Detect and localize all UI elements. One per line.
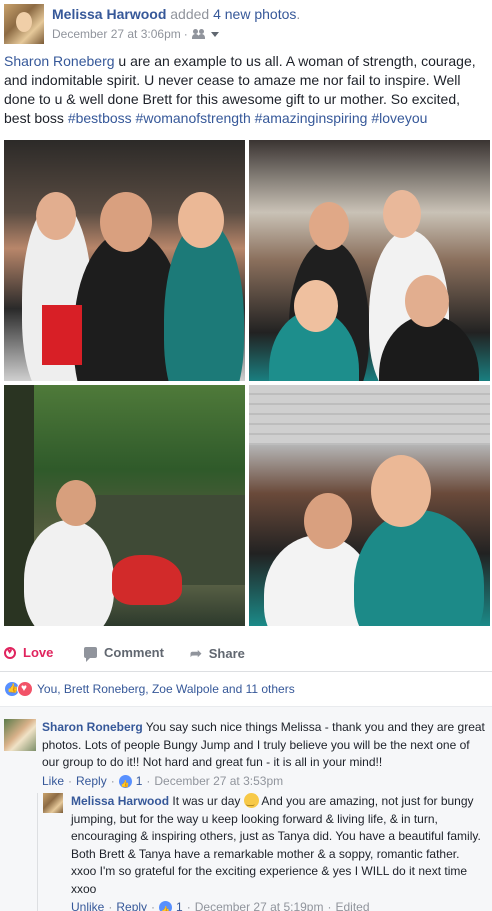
- reply-link[interactable]: Reply: [116, 899, 147, 911]
- reply-thread-line: [37, 793, 38, 911]
- comment-author[interactable]: Sharon Roneberg: [42, 720, 143, 734]
- post-action-suffix: .: [296, 6, 301, 22]
- reply-link[interactable]: Reply: [76, 773, 107, 791]
- comment-icon: [84, 647, 97, 662]
- person-face: [100, 192, 152, 252]
- commenter-avatar[interactable]: [43, 793, 63, 813]
- person-face: [36, 192, 76, 240]
- like-count[interactable]: 1: [176, 899, 183, 911]
- reactions-text[interactable]: You, Brett Roneberg, Zoe Walpole and 11 …: [37, 682, 295, 696]
- comment-meta: Unlike · Reply · 1 · December 27 at 5:19…: [71, 899, 488, 911]
- comment-text: It was ur day: [169, 794, 244, 808]
- comment-body: Sharon Roneberg You say such nice things…: [42, 719, 488, 794]
- photo-1[interactable]: [4, 140, 245, 381]
- reactions-summary[interactable]: You, Brett Roneberg, Zoe Walpole and 11 …: [4, 681, 295, 697]
- unlike-link[interactable]: Unlike: [71, 899, 104, 911]
- post-meta: December 27 at 3:06pm ·: [52, 27, 219, 41]
- hashtag-link[interactable]: #bestboss: [68, 110, 132, 126]
- post-text: Sharon Roneberg u are an example to us a…: [4, 52, 488, 128]
- share-button[interactable]: ➦ Share: [190, 645, 245, 662]
- love-button[interactable]: Love: [4, 645, 53, 660]
- post-author-line: Melissa Harwood added 4 new photos.: [52, 6, 300, 22]
- love-reaction-icon: [17, 681, 33, 697]
- meta-separator: ·: [68, 773, 73, 788]
- photo-4[interactable]: [249, 385, 490, 626]
- post-author-name[interactable]: Melissa Harwood: [52, 6, 166, 22]
- photo-2[interactable]: [249, 140, 490, 381]
- bungy-equipment: [112, 555, 182, 605]
- hashtag-link[interactable]: #loveyou: [371, 110, 427, 126]
- comment-meta: Like · Reply · 1 · December 27 at 3:53pm: [42, 773, 488, 794]
- red-chair: [42, 305, 82, 365]
- post-action-text: added 4 new photos.: [170, 6, 300, 22]
- comment-text: And you are amazing, not just for bungy …: [71, 794, 481, 896]
- share-icon: ➦: [190, 645, 202, 661]
- friends-icon[interactable]: [191, 29, 206, 39]
- meta-separator: ·: [327, 900, 332, 911]
- hashtag-link[interactable]: #womanofstrength: [136, 110, 251, 126]
- post-timestamp[interactable]: December 27 at 3:06pm: [52, 27, 181, 41]
- comment-author[interactable]: Melissa Harwood: [71, 794, 169, 808]
- person-face: [294, 280, 338, 332]
- comment-body: Melissa Harwood It was ur day And you ar…: [71, 793, 488, 911]
- person-face: [178, 192, 224, 248]
- like-count-icon: [159, 901, 173, 911]
- person-face: [371, 455, 431, 527]
- meta-separator: ·: [186, 900, 191, 911]
- post-header: Melissa Harwood added 4 new photos. Dece…: [4, 4, 488, 44]
- comments-section: Sharon Roneberg You say such nice things…: [0, 706, 492, 911]
- post-action-prefix: added: [170, 6, 210, 22]
- heart-icon: [4, 646, 16, 659]
- person-face: [383, 190, 421, 238]
- photo-3[interactable]: [4, 385, 245, 626]
- author-avatar[interactable]: [4, 4, 44, 44]
- like-count[interactable]: 1: [136, 773, 143, 791]
- commenter-avatar[interactable]: [4, 719, 36, 751]
- comment-timestamp[interactable]: December 27 at 3:53pm: [154, 773, 283, 791]
- edited-label[interactable]: Edited: [335, 899, 369, 911]
- photo-grid: [4, 140, 490, 626]
- person-face: [405, 275, 449, 327]
- mention-link[interactable]: Sharon Roneberg: [4, 53, 115, 69]
- chevron-down-icon[interactable]: [210, 31, 219, 37]
- meta-separator: ·: [110, 773, 115, 788]
- person-face: [304, 493, 352, 549]
- smile-emoji-icon: [243, 793, 259, 811]
- person-face: [309, 202, 349, 250]
- person-figure: [354, 510, 484, 626]
- comment-label: Comment: [104, 645, 164, 660]
- post-photos-link[interactable]: 4 new photos: [213, 6, 296, 22]
- love-label: Love: [23, 645, 54, 660]
- like-link[interactable]: Like: [42, 773, 64, 791]
- person-face: [56, 480, 96, 526]
- ceiling: [249, 385, 490, 445]
- hashtag-link[interactable]: #amazinginspiring: [255, 110, 368, 126]
- meta-separator: ·: [183, 27, 188, 41]
- meta-separator: ·: [108, 900, 113, 911]
- comment-button[interactable]: Comment: [84, 645, 164, 662]
- post-action-bar: Love Comment ➦ Share: [0, 636, 492, 672]
- like-count-icon: [118, 774, 132, 793]
- comment-timestamp[interactable]: December 27 at 5:19pm: [195, 899, 324, 911]
- share-label: Share: [208, 646, 245, 661]
- meta-separator: ·: [151, 900, 156, 911]
- meta-separator: ·: [146, 773, 151, 788]
